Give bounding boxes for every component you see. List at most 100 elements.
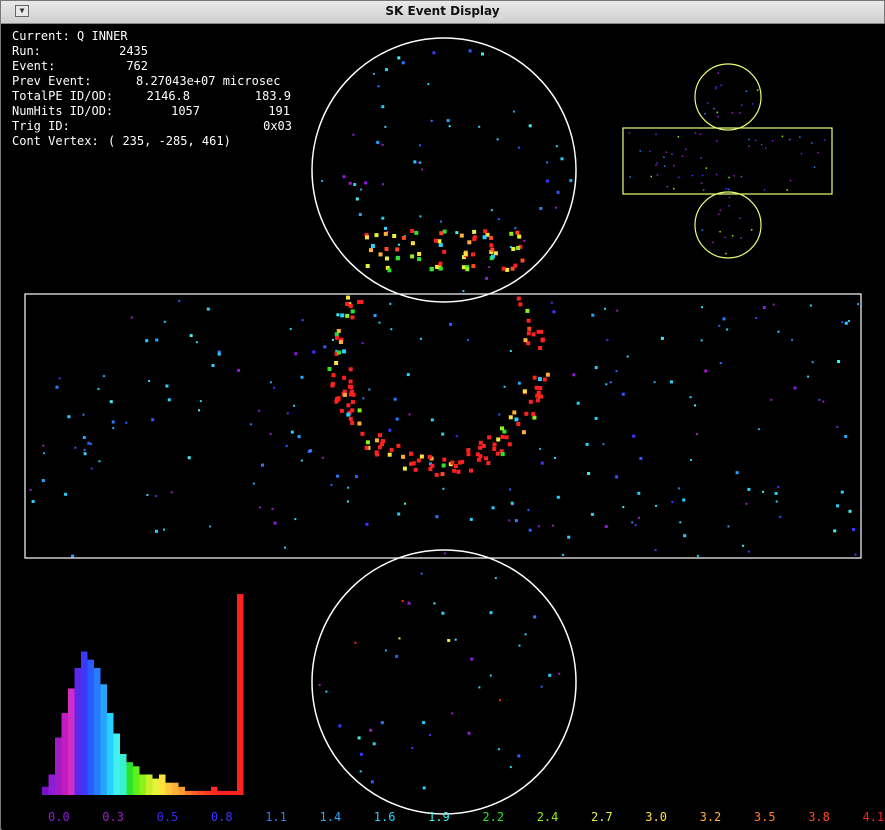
pmt-hit xyxy=(554,457,556,459)
pmt-hit xyxy=(515,230,520,235)
charge-histogram xyxy=(42,594,244,795)
histogram-bar xyxy=(139,774,146,795)
pmt-hit xyxy=(130,316,133,319)
pmt-hit xyxy=(841,321,844,323)
pmt-hit xyxy=(685,148,687,151)
pmt-hit xyxy=(504,435,509,440)
pmt-hit xyxy=(443,552,446,555)
pmt-hit xyxy=(562,553,565,556)
pmt-hit xyxy=(558,672,561,675)
pmt-hit xyxy=(455,435,458,438)
pmt-hit xyxy=(817,151,819,154)
pmt-hit xyxy=(336,313,340,317)
histogram-bar xyxy=(113,733,120,795)
histogram-bar xyxy=(74,667,81,795)
pmt-hit xyxy=(471,264,476,269)
inner-detector-bottom-view[interactable] xyxy=(311,549,577,815)
pmt-hit xyxy=(355,475,358,479)
histogram-bar xyxy=(198,790,205,795)
pmt-hit xyxy=(704,369,708,373)
pmt-hit xyxy=(384,649,387,652)
pmt-hit xyxy=(762,490,765,493)
pmt-hit xyxy=(535,398,540,403)
pmt-hit xyxy=(438,266,443,271)
pmt-hit xyxy=(432,51,436,55)
pmt-hit xyxy=(733,175,735,177)
event-display-canvas[interactable]: Current: Q INNER Run: 2435 Event: 762 Pr… xyxy=(2,24,885,830)
pmt-hit xyxy=(401,235,406,240)
inner-barrel-hits xyxy=(29,295,860,558)
pmt-hit xyxy=(594,366,598,370)
pmt-hit xyxy=(273,386,276,389)
pmt-hit xyxy=(408,413,411,416)
pmt-hit xyxy=(455,231,459,235)
pmt-hit xyxy=(413,467,418,472)
pmt-hit xyxy=(837,360,841,363)
pmt-hit xyxy=(350,309,355,314)
pmt-hit xyxy=(369,248,373,253)
color-scale-label: 3.5 xyxy=(754,810,776,824)
pmt-hit xyxy=(500,426,504,431)
pmt-hit xyxy=(446,119,450,123)
pmt-hit xyxy=(629,176,631,178)
inner-detector-top-view[interactable] xyxy=(311,37,577,303)
histogram-bar xyxy=(172,782,179,795)
pmt-hit xyxy=(472,235,477,240)
pmt-hit xyxy=(526,318,531,323)
pmt-hit xyxy=(125,421,128,424)
title-bar[interactable]: ▼ SK Event Display xyxy=(1,1,884,24)
pmt-hit xyxy=(492,447,497,451)
pmt-hit xyxy=(799,136,801,138)
pmt-hit xyxy=(494,577,497,580)
pmt-hit xyxy=(454,638,457,641)
pmt-hit xyxy=(360,431,365,436)
outer-detector-view[interactable] xyxy=(622,63,833,259)
event-display-svg[interactable]: Current: Q INNER Run: 2435 Event: 762 Pr… xyxy=(2,24,885,830)
pmt-hit xyxy=(495,451,500,456)
pmt-hit xyxy=(590,512,594,516)
pmt-hit xyxy=(666,185,669,188)
pmt-hit xyxy=(346,412,351,417)
pmt-hit xyxy=(602,443,605,446)
pmt-hit xyxy=(331,338,334,341)
pmt-hit xyxy=(360,188,363,191)
pmt-hit xyxy=(441,611,445,615)
pmt-hit xyxy=(409,451,413,456)
pmt-hit xyxy=(605,383,608,386)
pmt-hit xyxy=(419,454,424,459)
pmt-hit xyxy=(103,375,105,378)
pmt-hit xyxy=(348,181,352,185)
info-line-current: Current: Q INNER xyxy=(12,29,128,43)
inner-detector-barrel-view[interactable] xyxy=(24,293,862,559)
pmt-hit xyxy=(470,657,474,661)
pmt-hit xyxy=(338,340,343,344)
color-scale-label: 2.2 xyxy=(482,810,504,824)
pmt-hit xyxy=(533,615,537,619)
pmt-hit xyxy=(378,252,383,257)
pmt-hit xyxy=(330,381,335,386)
pmt-hit xyxy=(725,188,728,190)
color-scale-label: 1.4 xyxy=(320,810,342,824)
pmt-hit xyxy=(490,247,495,252)
pmt-hit xyxy=(715,173,718,176)
pmt-hit xyxy=(531,332,536,337)
pmt-hit xyxy=(552,310,556,314)
pmt-hit xyxy=(433,602,436,605)
pmt-hit xyxy=(791,338,794,341)
pmt-hit xyxy=(345,302,350,306)
pmt-hit xyxy=(167,398,171,402)
histogram-bar xyxy=(120,754,127,795)
pmt-hit xyxy=(427,83,430,86)
color-scale-label: 4.1 xyxy=(863,810,885,824)
pmt-hit xyxy=(195,341,198,344)
pmt-hit xyxy=(622,506,625,509)
info-line-totalpe-od: 183.9 xyxy=(255,89,291,103)
pmt-hit xyxy=(187,456,191,460)
pmt-hit xyxy=(478,445,483,450)
pmt-hit xyxy=(653,381,656,384)
pmt-hit xyxy=(358,213,362,216)
histogram-bar xyxy=(42,786,49,795)
pmt-hit xyxy=(442,457,447,462)
pmt-hit xyxy=(609,381,612,384)
pmt-hit xyxy=(348,304,353,309)
